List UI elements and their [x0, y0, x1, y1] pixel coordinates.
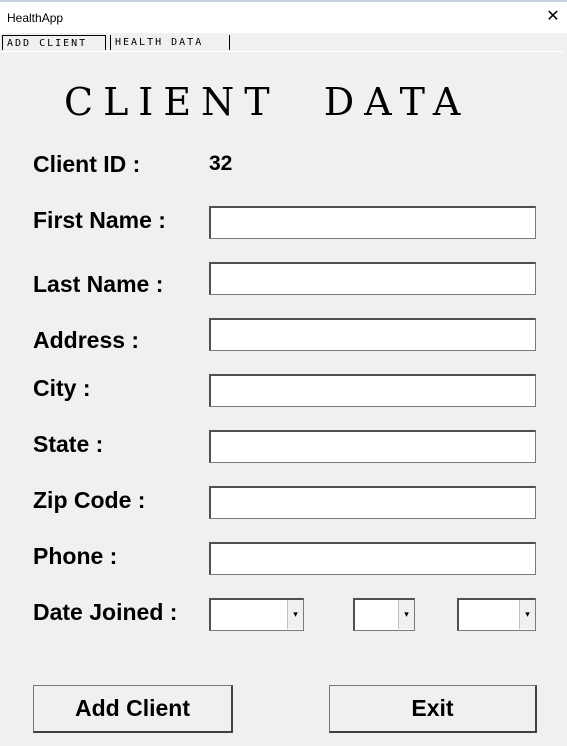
client-id-value: 32: [209, 152, 233, 175]
city-input[interactable]: [209, 374, 536, 407]
date-joined-label: Date Joined :: [33, 599, 178, 625]
date-joined-month-select[interactable]: ▾: [209, 598, 304, 631]
first-name-input[interactable]: [209, 206, 536, 239]
title-bar: HealthApp ✕: [0, 0, 567, 33]
state-label: State :: [33, 431, 104, 457]
chevron-down-icon[interactable]: ▾: [519, 600, 535, 629]
client-id-label: Client ID :: [33, 151, 141, 177]
state-input[interactable]: [209, 430, 536, 463]
tab-health-data[interactable]: HEALTH DATA: [110, 35, 230, 50]
phone-label: Phone :: [33, 543, 118, 569]
close-icon[interactable]: ✕: [542, 6, 564, 28]
zip-code-input[interactable]: [209, 486, 536, 519]
city-label: City :: [33, 375, 91, 401]
address-label: Address :: [33, 327, 140, 353]
tab-add-client[interactable]: ADD CLIENT: [2, 35, 106, 50]
last-name-input[interactable]: [209, 262, 536, 295]
tab-divider: [2, 51, 565, 52]
date-joined-day-select[interactable]: ▾: [353, 598, 415, 631]
first-name-label: First Name :: [33, 207, 166, 233]
title-bar-accent: [0, 0, 567, 2]
form-heading: CLIENT DATA: [64, 80, 471, 124]
phone-input[interactable]: [209, 542, 536, 575]
chevron-down-icon[interactable]: ▾: [287, 600, 303, 629]
last-name-label: Last Name :: [33, 271, 164, 297]
date-joined-year-select[interactable]: ▾: [457, 598, 536, 631]
zip-code-label: Zip Code :: [33, 487, 146, 513]
address-input[interactable]: [209, 318, 536, 351]
chevron-down-icon[interactable]: ▾: [398, 600, 414, 629]
add-client-button[interactable]: Add Client: [33, 685, 233, 733]
window-title: HealthApp: [7, 11, 64, 25]
exit-button[interactable]: Exit: [329, 685, 537, 733]
